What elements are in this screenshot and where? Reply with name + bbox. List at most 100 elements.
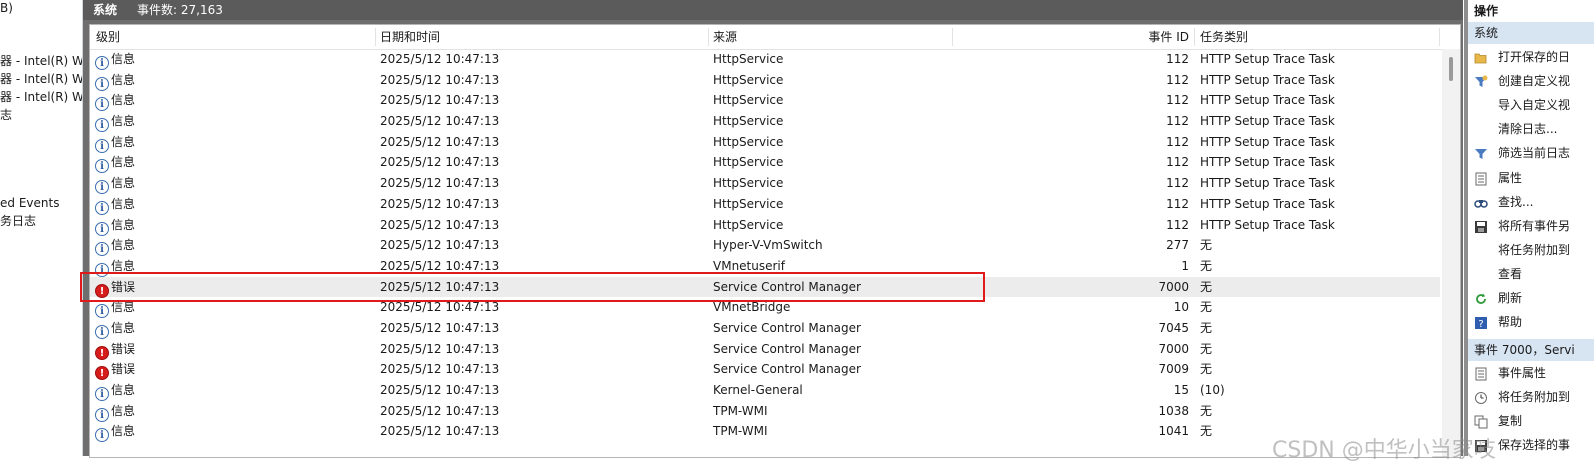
action-item[interactable]: 将所有事件另 <box>1468 215 1594 237</box>
table-row[interactable]: i 信息 2025/5/12 10:47:13 HttpService 112 HTTP … <box>90 49 1440 70</box>
column-header-task-category[interactable]: 任务类别 <box>1200 25 1248 49</box>
table-row[interactable]: ! 错误 2025/5/12 10:47:13 Service Control Man… <box>90 339 1440 360</box>
level-cell: i 信息 <box>95 152 135 174</box>
event-id-cell: 112 <box>1166 196 1189 211</box>
tree-item[interactable]: 器 - Intel(R) W <box>0 53 82 69</box>
event-id-cell: 112 <box>1166 155 1189 170</box>
datetime-cell: 2025/5/12 10:47:13 <box>380 320 500 335</box>
level-label: 信息 <box>111 114 136 129</box>
table-row[interactable]: i 信息 2025/5/12 10:47:13 HttpService 112 HTTP … <box>90 173 1440 195</box>
column-header-level[interactable]: 级别 <box>96 25 120 49</box>
vertical-scrollbar[interactable] <box>1442 49 1460 457</box>
column-header-event-id[interactable]: 事件 ID <box>1090 25 1189 49</box>
action-item[interactable]: 创建自定义视 <box>1468 70 1594 92</box>
action-item[interactable]: 将任务附加到 <box>1468 386 1594 408</box>
event-id-cell: 112 <box>1166 93 1189 108</box>
action-label: 筛选当前日志 <box>1498 146 1571 161</box>
action-item[interactable]: 筛选当前日志 <box>1468 142 1594 164</box>
tree-item[interactable]: 志 <box>0 107 12 123</box>
action-item[interactable]: 查找... <box>1468 191 1594 213</box>
level-cell: i 信息 <box>95 111 136 133</box>
level-label: 错误 <box>111 279 136 294</box>
action-item[interactable]: 清除日志... <box>1468 118 1594 140</box>
action-item[interactable]: 查看 <box>1468 263 1594 285</box>
source-cell: Service Control Manager <box>713 279 861 294</box>
action-label: 清除日志... <box>1498 122 1558 137</box>
level-label: 信息 <box>111 320 136 335</box>
level-cell: i 信息 <box>95 132 135 153</box>
info-icon: i <box>95 428 109 443</box>
datetime-cell: 2025/5/12 10:47:13 <box>380 258 500 273</box>
action-label: 查找... <box>1498 194 1534 209</box>
column-header-source[interactable]: 来源 <box>713 25 737 49</box>
table-row[interactable]: i 信息 2025/5/12 10:47:13 Service Control Man… <box>90 318 1440 339</box>
action-item[interactable]: 刷新 <box>1468 287 1594 309</box>
table-row[interactable]: ! 错误 2025/5/12 10:47:13 Service Control Man… <box>90 359 1440 381</box>
datetime-cell: 2025/5/12 10:47:13 <box>380 362 500 377</box>
table-row[interactable]: ! 错误 2025/5/12 10:47:13 Service Control Man… <box>90 276 1440 298</box>
table-row[interactable]: i 信息 2025/5/12 10:47:13 HttpService 112 HTTP … <box>90 132 1440 153</box>
table-row[interactable]: i 信息 2025/5/12 10:47:13 Hyper-V-VmSwitch 277… <box>90 235 1440 257</box>
table-row[interactable]: i 信息 2025/5/12 10:47:13 HttpService 112 HTTP … <box>90 111 1440 133</box>
action-label: 事件属性 <box>1498 366 1547 380</box>
source-cell: VMnetBridge <box>713 300 791 315</box>
source-cell: VMnetuserif <box>713 258 785 273</box>
info-icon: i <box>95 138 109 153</box>
action-label: 打开保存的日 <box>1498 50 1571 64</box>
action-label: 属性 <box>1498 170 1523 185</box>
action-item[interactable]: 事件属性 <box>1468 362 1594 384</box>
datetime-cell: 2025/5/12 10:47:13 <box>380 424 500 439</box>
table-row[interactable]: i 信息 2025/5/12 10:47:13 HttpService 112 HTTP … <box>90 70 1440 91</box>
source-cell: HttpService <box>713 72 784 87</box>
event-id-cell: 7009 <box>1158 362 1189 377</box>
tree-item[interactable]: 器 - Intel(R) W <box>0 71 82 87</box>
actions-section-system[interactable]: 系统 <box>1468 22 1594 44</box>
level-label: 信息 <box>111 176 136 191</box>
event-id-cell: 1041 <box>1158 424 1189 439</box>
table-row[interactable]: i 信息 2025/5/12 10:47:13 HttpService 112 HTTP … <box>90 152 1440 174</box>
table-row[interactable]: i 信息 2025/5/12 10:47:13 TPM-WMI 1038 无 <box>90 401 1440 422</box>
table-row[interactable]: i 信息 2025/5/12 10:47:13 VMnetuserif 1 无 <box>90 256 1440 277</box>
level-label: 信息 <box>111 238 136 253</box>
error-icon: ! <box>95 283 109 298</box>
datetime-cell: 2025/5/12 10:47:13 <box>380 134 500 149</box>
level-cell: i 信息 <box>95 421 135 443</box>
column-header-datetime[interactable]: 日期和时间 <box>380 25 440 49</box>
datetime-cell: 2025/5/12 10:47:13 <box>380 238 500 253</box>
info-icon: i <box>95 200 109 215</box>
table-row[interactable]: i 信息 2025/5/12 10:47:13 VMnetBridge 10 无 <box>90 297 1440 319</box>
event-id-cell: 15 <box>1173 383 1189 397</box>
source-cell: HttpService <box>713 176 784 191</box>
level-label: 信息 <box>111 383 136 397</box>
source-cell: HttpService <box>713 52 784 66</box>
action-item[interactable]: 打开保存的日 <box>1468 46 1594 68</box>
tree-item[interactable]: 务日志 <box>0 213 36 229</box>
actions-section-event[interactable]: 事件 7000，Servi <box>1468 339 1594 361</box>
datetime-cell: 2025/5/12 10:47:13 <box>380 383 500 397</box>
info-icon: i <box>95 97 109 112</box>
task-category-cell: HTTP Setup Trace Task <box>1200 93 1335 108</box>
action-item[interactable]: ? 帮助 <box>1468 311 1594 333</box>
info-icon: i <box>95 407 109 422</box>
action-item[interactable]: 属性 <box>1468 167 1594 189</box>
level-cell: i 信息 <box>95 401 135 422</box>
action-item[interactable]: 导入自定义视 <box>1468 94 1594 116</box>
task-category-cell: 无 <box>1200 341 1213 356</box>
tree-item[interactable]: 器 - Intel(R) W <box>0 89 82 105</box>
scrollbar-thumb[interactable] <box>1449 57 1453 81</box>
level-cell: i 信息 <box>95 173 136 195</box>
table-row[interactable]: i 信息 2025/5/12 10:47:13 TPM-WMI 1041 无 <box>90 421 1440 443</box>
task-category-cell: 无 <box>1200 300 1213 315</box>
tree-item[interactable]: ed Events <box>0 195 59 211</box>
table-row[interactable]: i 信息 2025/5/12 10:47:13 HttpService 112 HTTP … <box>90 194 1440 215</box>
info-icon: i <box>95 159 109 174</box>
properties-icon <box>1474 366 1488 381</box>
table-row[interactable]: i 信息 2025/5/12 10:47:13 HttpService 112 HTTP … <box>90 215 1440 236</box>
table-row[interactable]: i 信息 2025/5/12 10:47:13 Kernel-General 15 (10… <box>90 380 1440 401</box>
error-icon: ! <box>95 345 109 360</box>
action-item[interactable]: 复制 <box>1468 410 1594 432</box>
properties-icon <box>1474 171 1488 185</box>
table-row[interactable]: i 信息 2025/5/12 10:47:13 HttpService 112 HTTP … <box>90 90 1440 112</box>
action-item[interactable]: 将任务附加到 <box>1468 239 1594 261</box>
event-id-cell: 112 <box>1166 176 1189 191</box>
